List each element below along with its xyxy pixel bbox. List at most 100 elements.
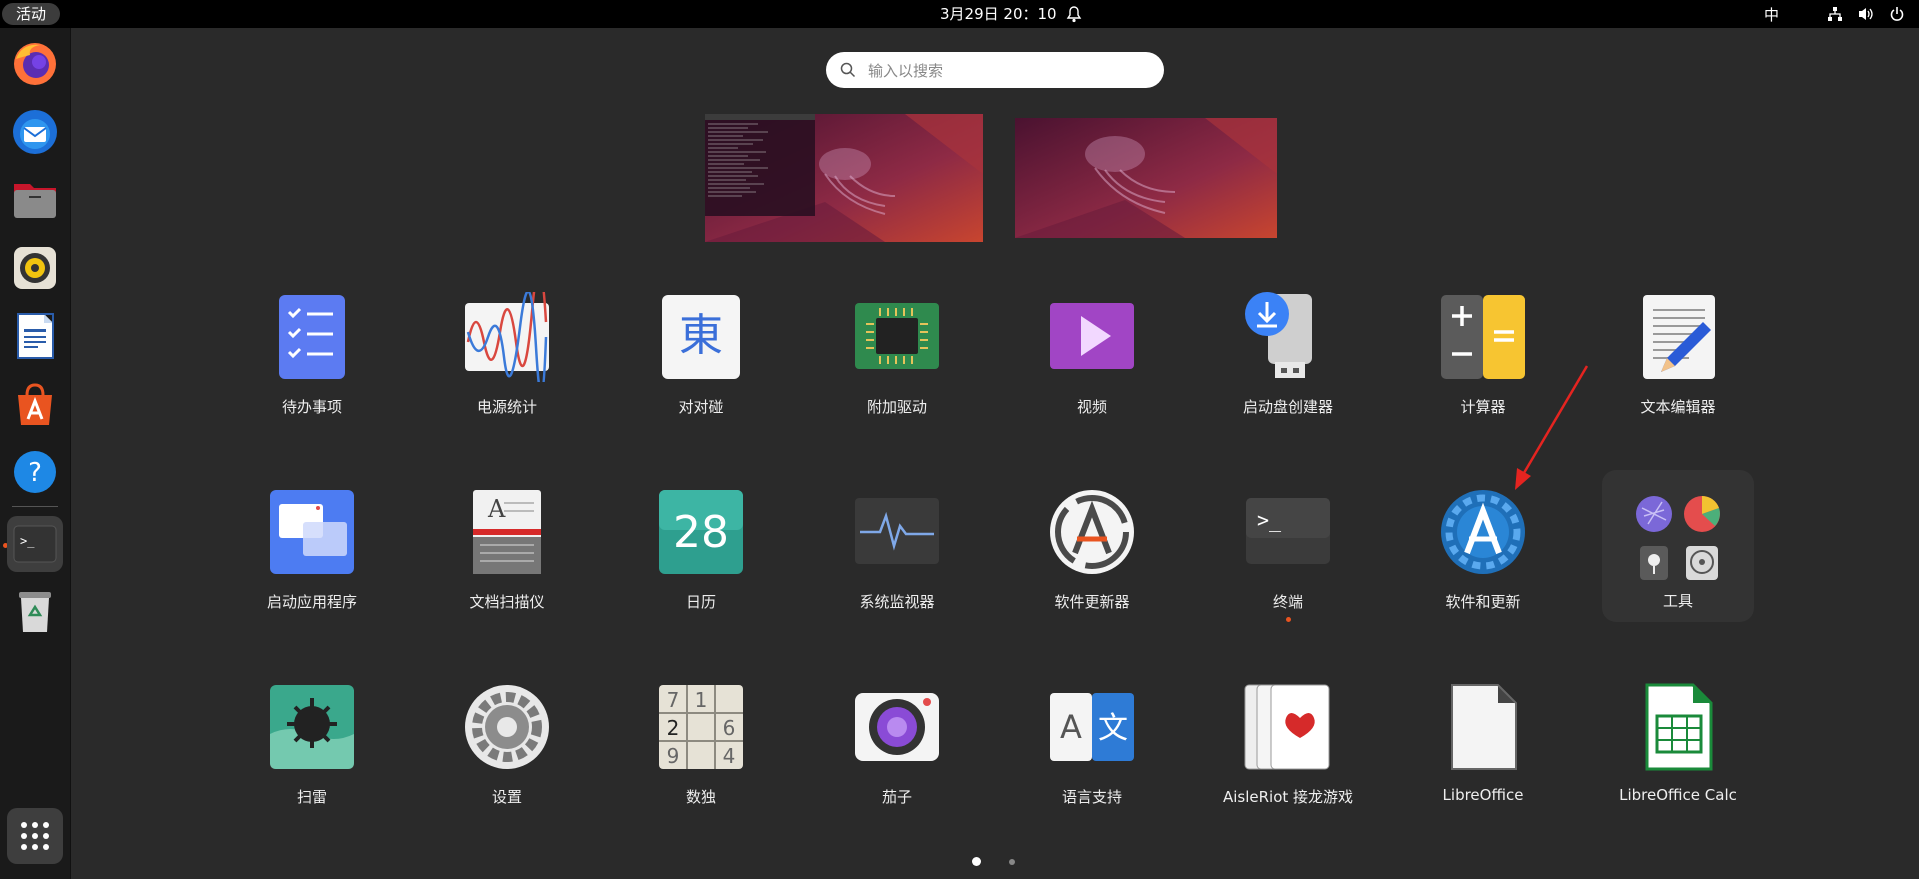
activities-button[interactable]: 活动 <box>2 3 61 25</box>
todo-icon <box>279 295 345 379</box>
calendar-icon: 28 <box>659 490 743 574</box>
page-dot-active[interactable] <box>972 857 981 866</box>
app-label: 待办事项 <box>281 398 342 416</box>
input-method-indicator[interactable]: 中 <box>1764 4 1779 25</box>
workspace-thumbnail-2[interactable] <box>1015 118 1277 238</box>
page-dot[interactable] <box>1009 859 1015 865</box>
bell-icon[interactable] <box>1066 5 1082 23</box>
camera-icon <box>855 693 939 761</box>
running-indicator <box>1286 617 1291 622</box>
mines-icon <box>270 685 354 769</box>
svg-text:?: ? <box>28 458 42 488</box>
svg-text:6: 6 <box>723 716 736 740</box>
help-icon: ? <box>14 451 56 493</box>
usb-drive-icon <box>1245 292 1312 378</box>
libreoffice-icon <box>1451 684 1517 770</box>
wallpaper-thumbnail <box>705 114 983 242</box>
dock-thunderbird[interactable] <box>7 104 63 160</box>
network-icon[interactable] <box>1827 6 1843 22</box>
dock-separator <box>12 506 58 507</box>
app-label: 系统监视器 <box>859 593 935 611</box>
app-document-scanner[interactable]: A 文档扫描仪 <box>412 487 602 657</box>
app-calendar[interactable]: 28 日历 <box>606 487 796 657</box>
tools-folder-icons <box>1636 495 1720 580</box>
rhythmbox-icon <box>14 247 56 289</box>
app-swell-foop[interactable]: 東 对对碰 <box>606 292 796 462</box>
app-label: 茄子 <box>881 788 912 806</box>
svg-text:28: 28 <box>673 507 729 558</box>
libreoffice-calc-icon <box>1645 683 1713 771</box>
svg-text:2: 2 <box>667 716 680 740</box>
svg-text:A: A <box>1060 708 1082 746</box>
dock-files[interactable] <box>7 172 63 228</box>
app-libreoffice-calc[interactable]: LibreOffice Calc <box>1583 682 1773 852</box>
app-label: 电源统计 <box>476 398 537 416</box>
trash-icon <box>19 592 51 632</box>
app-libreoffice[interactable]: LibreOffice <box>1388 682 1578 852</box>
app-label: 扫雷 <box>296 788 327 806</box>
search-input[interactable] <box>866 52 1150 90</box>
dock-trash[interactable] <box>7 584 63 640</box>
app-startup-disk-creator[interactable]: 启动盘创建器 <box>1193 292 1383 462</box>
app-label: 终端 <box>1272 593 1303 611</box>
sudoku-icon: 7 12 6 9 4 <box>659 685 743 769</box>
power-icon[interactable] <box>1889 6 1905 22</box>
search-box[interactable] <box>826 52 1164 90</box>
thunderbird-icon <box>13 110 57 154</box>
app-center-icon <box>18 383 52 425</box>
clock-datetime[interactable]: 3月29日 20：10 <box>940 0 1057 28</box>
app-label: LibreOffice <box>1442 786 1524 804</box>
settings-gear-icon <box>465 685 549 769</box>
app-startup-applications[interactable]: 启动应用程序 <box>217 487 407 657</box>
app-label: 启动应用程序 <box>266 593 357 611</box>
app-label: 文本编辑器 <box>1640 398 1716 416</box>
dock-terminal[interactable]: >_ <box>7 516 63 572</box>
app-sudoku[interactable]: 712 6 9 4 数独 <box>606 682 796 852</box>
app-grid-icon <box>21 822 49 850</box>
app-language-support[interactable]: A文 语言支持 <box>997 682 1187 852</box>
app-folder-tools[interactable]: 工具 <box>1602 470 1754 622</box>
system-tray[interactable]: 中 <box>1764 0 1905 28</box>
app-software-and-updates[interactable]: 软件和更新 <box>1388 487 1578 657</box>
video-icon <box>1050 303 1134 369</box>
svg-text:東: 東 <box>679 310 723 361</box>
app-mines[interactable]: 扫雷 <box>217 682 407 852</box>
app-additional-drivers[interactable]: 附加驱动 <box>802 292 992 462</box>
app-label: 文档扫描仪 <box>469 593 545 611</box>
app-label: AisleRiot 接龙游戏 <box>1222 788 1354 806</box>
app-text-editor[interactable]: 文本编辑器 <box>1583 292 1773 462</box>
app-cheese[interactable]: 茄子 <box>802 682 992 852</box>
show-apps-button[interactable] <box>7 808 63 864</box>
svg-text:7: 7 <box>667 688 680 712</box>
app-label: 日历 <box>685 593 716 611</box>
software-and-updates-icon <box>1441 490 1525 574</box>
dock-libreoffice-writer[interactable] <box>7 308 63 364</box>
files-icon <box>14 184 56 218</box>
app-power-statistics[interactable]: 电源统计 <box>412 292 602 462</box>
app-label: 视频 <box>1076 398 1107 416</box>
app-system-monitor[interactable]: 系统监视器 <box>802 487 992 657</box>
top-bar: 活动 3月29日 20：10 中 <box>0 0 1919 28</box>
language-support-icon: A文 <box>1050 693 1134 761</box>
text-editor-icon <box>1643 295 1715 379</box>
dock-rhythmbox[interactable] <box>7 240 63 296</box>
app-settings[interactable]: 设置 <box>412 682 602 852</box>
svg-text:A: A <box>487 495 506 523</box>
svg-text:文: 文 <box>1098 711 1128 746</box>
app-label: LibreOffice Calc <box>1619 786 1737 804</box>
dock-firefox[interactable] <box>7 36 63 92</box>
svg-text:9: 9 <box>667 744 680 768</box>
svg-text:1: 1 <box>695 688 708 712</box>
app-todo[interactable]: 待办事项 <box>217 292 407 462</box>
workspace-thumbnail-1[interactable] <box>705 114 983 242</box>
volume-icon[interactable] <box>1857 6 1875 22</box>
app-software-updater[interactable]: 软件更新器 <box>997 487 1187 657</box>
dock-help[interactable]: ? <box>7 444 63 500</box>
app-terminal[interactable]: >_ 终端 <box>1193 487 1383 657</box>
dock-app-center[interactable] <box>7 376 63 432</box>
writer-icon <box>17 313 54 359</box>
software-updater-icon <box>1050 490 1134 574</box>
app-aisleriot[interactable]: AisleRiot 接龙游戏 <box>1193 682 1383 852</box>
system-monitor-icon <box>855 498 939 564</box>
app-videos[interactable]: 视频 <box>997 292 1187 462</box>
